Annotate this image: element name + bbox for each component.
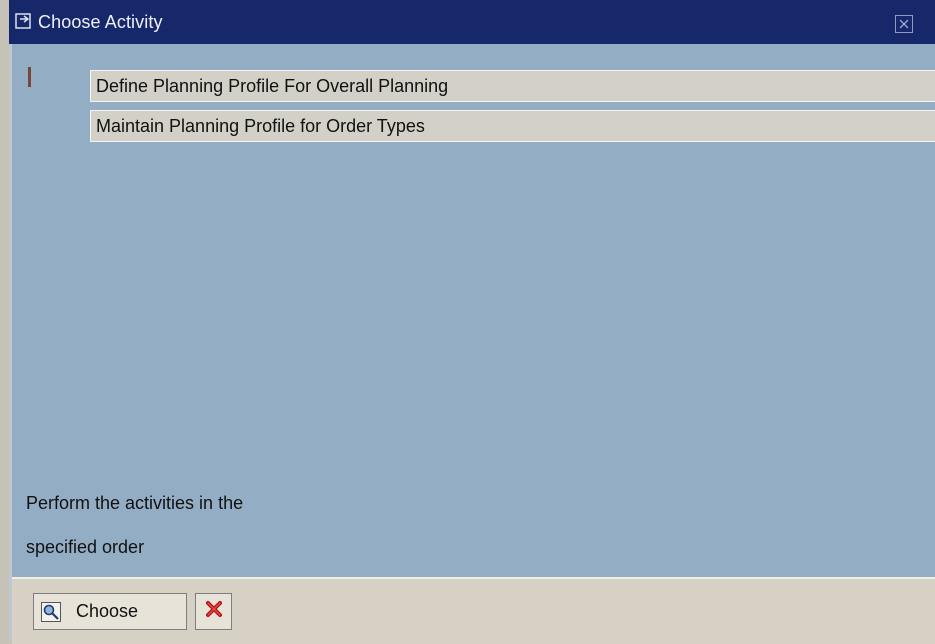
hint-line-1: Perform the activities in the — [26, 493, 244, 513]
dialog-icon — [13, 11, 35, 33]
activity-label: Define Planning Profile For Overall Plan… — [96, 75, 449, 96]
cancel-button[interactable] — [195, 593, 232, 630]
hint-line-2: specified order — [26, 537, 145, 557]
close-icon[interactable] — [895, 15, 913, 33]
activity-label: Maintain Planning Profile for Order Type… — [96, 115, 425, 136]
cancel-x-icon — [204, 599, 224, 624]
activity-define-planning-profile[interactable]: Define Planning Profile For Overall Plan… — [90, 70, 935, 102]
choose-activity-dialog: Choose Activity Define Planning Profile … — [0, 0, 935, 644]
window-title: Choose Activity — [38, 11, 163, 32]
activity-maintain-planning-profile[interactable]: Maintain Planning Profile for Order Type… — [90, 110, 935, 142]
choose-label: Choose — [76, 601, 139, 621]
toolbar: Choose — [12, 577, 935, 644]
selection-marker — [28, 67, 31, 87]
magnifier-icon — [41, 601, 61, 622]
choose-button[interactable]: Choose — [33, 593, 187, 630]
title-bar: Choose Activity — [9, 0, 935, 44]
